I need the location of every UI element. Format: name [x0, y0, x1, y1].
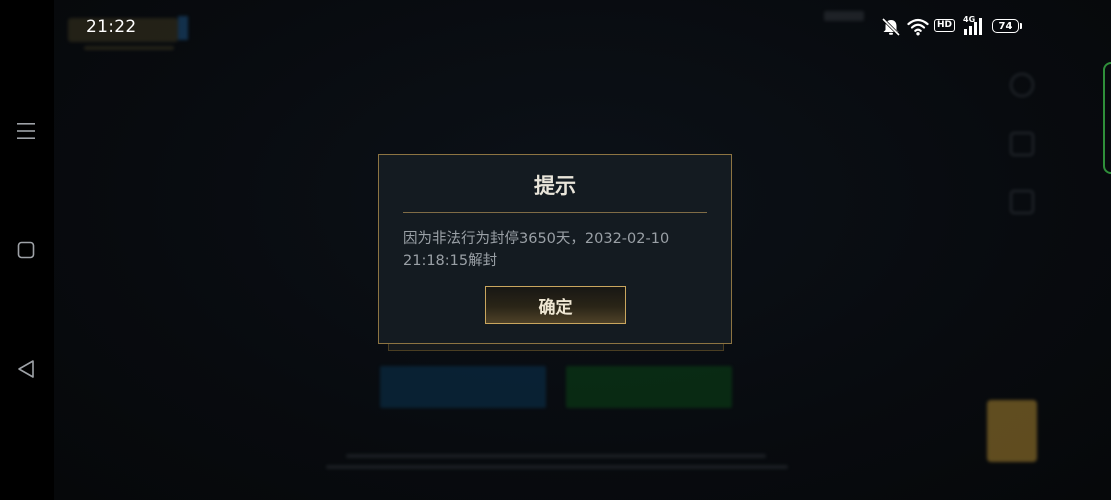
dialog-divider: [403, 212, 707, 213]
battery-tip: [1020, 23, 1022, 29]
back-icon[interactable]: [12, 355, 40, 383]
battery-level: 74: [998, 20, 1013, 32]
notice-icon: [1010, 190, 1034, 214]
confirm-button[interactable]: 确定: [485, 286, 626, 324]
battery-icon: 74: [992, 19, 1019, 33]
qq-login-button: [380, 366, 546, 408]
alert-dialog: 提示 因为非法行为封停3650天，2032-02-10 21:18:15解封 确…: [378, 154, 732, 344]
service-icon: [1010, 73, 1034, 97]
status-bar: 21:22 HD 4G 74: [0, 0, 1111, 48]
navigation-bar: [0, 0, 54, 500]
dialog-message: 因为非法行为封停3650天，2032-02-10 21:18:15解封: [403, 231, 670, 269]
dialog-title: 提示: [534, 174, 576, 198]
hd-badge: HD: [934, 19, 956, 32]
side-handle[interactable]: [1103, 62, 1111, 174]
menu-icon[interactable]: [12, 117, 40, 145]
screen: 21:22 HD 4G 74 提示 因为非法行为封停3650天，2032-02-…: [0, 0, 1111, 500]
signal-icon: [963, 17, 985, 37]
wechat-login-button: [566, 366, 732, 408]
clock: 21:22: [86, 17, 137, 37]
square-icon[interactable]: [12, 236, 40, 264]
mute-icon: [880, 17, 902, 37]
repair-icon: [1010, 132, 1034, 156]
promo-tile: [987, 400, 1037, 462]
wifi-icon: [907, 17, 929, 37]
